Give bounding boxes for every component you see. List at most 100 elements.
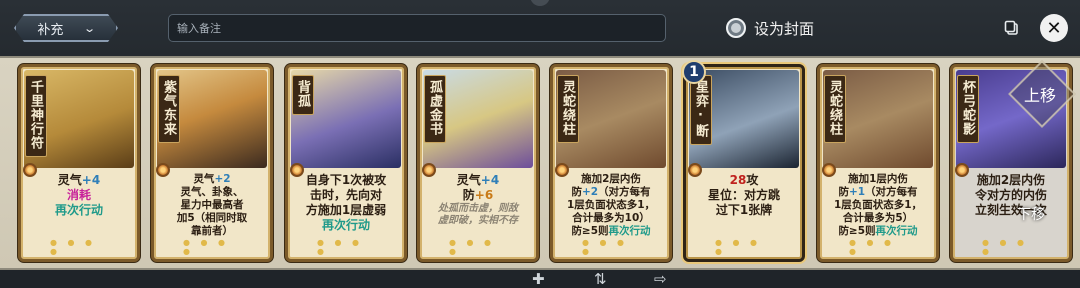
card-description-line: 星力中最高者 [158, 199, 266, 212]
add-icon[interactable]: ✚ [532, 270, 545, 288]
card-name: 千里神行符 [25, 75, 47, 157]
card-1[interactable]: 千里神行符灵气+4 消耗 再次行动 ● ● ● ● [18, 64, 140, 262]
card-name: 杯弓蛇影 [957, 75, 979, 143]
card-description-line: 施加1层内伤 [824, 173, 932, 186]
card-dots-decoration: ● ● ● ● [317, 238, 364, 256]
card-dots-decoration: ● ● ● ● [849, 238, 896, 256]
export-icon[interactable]: ⇨ [654, 270, 667, 288]
card-dots-decoration: ● ● ● ● [982, 238, 1029, 256]
card-description-line: 过下1张牌 [690, 203, 798, 218]
card-text-fragment: 28 [729, 173, 747, 187]
card-description-line: 防+1（对方每有 [824, 186, 932, 199]
card-description-line: 合计最多为5） [824, 212, 932, 225]
card-5[interactable]: 灵蛇绕柱 施加2层内伤 防+2（对方每有 1层负面状态多1， 合计最多为10） 防≥5则再… [550, 64, 672, 262]
card-description-line: 防+2（对方每有 [557, 186, 665, 199]
card-text-fragment: +2 [214, 173, 231, 185]
card-text-fragment: 星位：对方跳 [707, 188, 780, 202]
card-text-fragment: 合计最多为10） [572, 212, 650, 224]
card-text-fragment: 防 [571, 186, 582, 198]
card-description-line: 击时，先向对 [292, 188, 400, 203]
card-dots-decoration: ● ● ● ● [449, 238, 496, 256]
card-dots-decoration: ● ● ● ● [50, 238, 97, 256]
card-dots-decoration: ● ● ● ● [183, 238, 230, 256]
card-text-fragment: +6 [474, 188, 494, 202]
import-icon[interactable]: ⇅ [594, 270, 607, 288]
card-text-fragment: 再次行动 [54, 203, 103, 217]
card-description-line: 合计最多为10） [557, 212, 665, 225]
card-name: 星弈·断 [690, 75, 712, 145]
card-description-line: 再次行动 [25, 203, 133, 218]
card-description-line: 防≥5则再次行动 [557, 225, 665, 238]
card-description-line: 灵气+2 [158, 173, 266, 186]
deck-category-dropdown[interactable]: 补充 ⌄ [14, 14, 118, 42]
card-description-line: 28攻 [690, 173, 798, 188]
card-description-line: 灵气、卦象、 [158, 186, 266, 199]
note-input[interactable] [168, 14, 666, 42]
card-text-fragment: 击时，先向对 [309, 188, 382, 202]
card-name: 灵蛇绕柱 [824, 75, 846, 143]
card-description-line: 1层负面状态多1， [557, 199, 665, 212]
top-bar: 补充 ⌄ 设为封面 ✕ [0, 0, 1080, 56]
card-text-fragment: 再次行动 [321, 218, 370, 232]
copy-button[interactable] [1000, 16, 1024, 40]
card-text-fragment: +4 [81, 173, 101, 187]
card-text-fragment: 施加2层内伤 [976, 173, 1046, 187]
card-text-fragment: 加5（相同时取 [176, 212, 248, 224]
card-description-line: 自身下1次被攻 [292, 173, 400, 188]
card-dots-decoration: ● ● ● ● [582, 238, 629, 256]
card-text-fragment: 消耗 [66, 188, 91, 202]
card-text-fragment: +2 [581, 186, 599, 198]
top-notch [530, 0, 550, 6]
move-down-button[interactable]: 下移 [1000, 200, 1062, 230]
card-text-fragment: 合计最多为5） [842, 212, 914, 224]
card-text-fragment: 施加1层内伤 [848, 173, 908, 185]
card-text-fragment: +4 [480, 173, 500, 187]
card-6[interactable]: 星弈·断 28攻 星位：对方跳 过下1张牌 ● ● ● ● [683, 64, 805, 262]
card-2[interactable]: 紫气东来 灵气+2 灵气、卦象、 星力中最高者 加5（相同时取 靠前者） ● ● ● ● [151, 64, 273, 262]
cover-radio[interactable] [726, 18, 746, 38]
card-text-fragment: 处孤而击虚，则敌 [438, 203, 518, 214]
card-text-fragment: 灵气 [57, 173, 82, 187]
card-name: 孤虚金书 [424, 75, 446, 143]
set-cover-toggle[interactable]: 设为封面 [726, 16, 814, 40]
card-text-fragment: 防 [462, 188, 475, 202]
card-text-fragment: 灵气 [456, 173, 481, 187]
card-4[interactable]: 孤虚金书 灵气+4 防+6 处孤而击虚，则敌 虚即破，实相不存 ● ● ● ● [417, 64, 539, 262]
card-text-fragment: 星力中最高者 [180, 199, 244, 211]
card-description-line: 施加2层内伤 [957, 173, 1065, 188]
card-text-fragment: +1 [848, 186, 866, 198]
card-text-fragment: 虚即破，实相不存 [438, 215, 518, 226]
card-description-line: 星位：对方跳 [690, 188, 798, 203]
card-description-line: 防≥5则再次行动 [824, 225, 932, 238]
card-description-line: 再次行动 [292, 218, 400, 233]
card-text-fragment: 再次行动 [875, 225, 918, 237]
copy-icon [1004, 20, 1018, 35]
card-name: 背孤 [292, 75, 314, 115]
move-up-button[interactable]: 上移 [1010, 78, 1070, 122]
card-description-line: 防+6 [424, 188, 532, 203]
card-description-line: 虚即破，实相不存 [424, 215, 532, 227]
card-level-badge: 1 [682, 60, 706, 84]
card-3[interactable]: 背孤自身下1次被攻 击时，先向对 方施加1层虚弱 再次行动 ● ● ● ● [285, 64, 407, 262]
bottom-toolbar: ✚ ⇅ ⇨ [0, 270, 1080, 288]
close-button[interactable]: ✕ [1040, 14, 1068, 42]
card-text-fragment: 灵气、卦象、 [180, 186, 244, 198]
card-text-fragment: 1层负面状态多1， [566, 199, 656, 211]
dropdown-label: 补充 [37, 22, 64, 38]
card-7[interactable]: 灵蛇绕柱施加1层内伤 防+1（对方每有 1层负面状态多1， 合计最多为5） 防≥5则再次… [817, 64, 939, 262]
card-text-fragment: 防≥5则 [571, 225, 609, 237]
card-text-fragment: 1层负面状态多1， [833, 199, 923, 211]
card-text-fragment: 防≥5则 [838, 225, 876, 237]
card-description-line: 1层负面状态多1， [824, 199, 932, 212]
card-text-fragment: 方施加1层虚弱 [305, 203, 387, 217]
card-text-fragment: 灵气 [193, 173, 215, 185]
close-icon: ✕ [1046, 17, 1062, 39]
card-text-fragment: 自身下1次被攻 [305, 173, 387, 187]
card-description-line: 消耗 [25, 188, 133, 203]
card-text-fragment: 施加2层内伤 [581, 173, 641, 185]
card-text-fragment: 攻 [746, 173, 759, 187]
card-text-fragment: 防 [838, 186, 849, 198]
cover-label: 设为封面 [754, 19, 815, 38]
card-description-line: 靠前者） [158, 225, 266, 238]
card-text-fragment: 过下1张牌 [715, 203, 773, 217]
